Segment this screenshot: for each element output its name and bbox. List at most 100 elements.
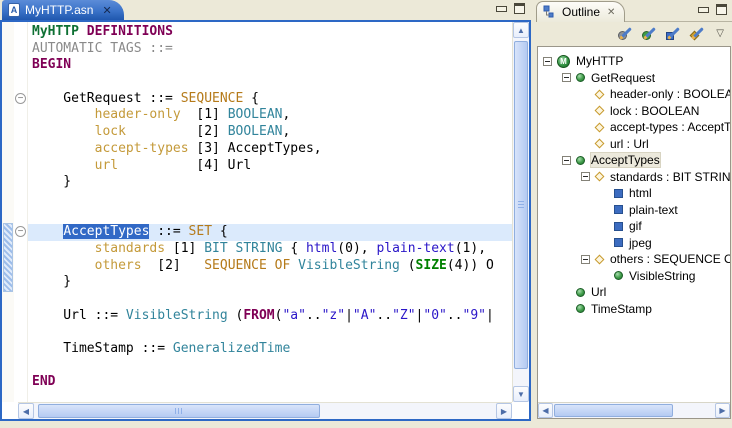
code-token: .. [447,308,463,323]
outline-node-html[interactable]: html [538,185,730,202]
outline-node-lock[interactable]: lock : BOOLEAN [538,103,730,120]
selected-text: AcceptTypes [63,224,149,239]
collapse-minus-icon[interactable] [562,73,571,82]
close-icon[interactable]: ✕ [102,4,111,17]
editor-vertical-scrollbar[interactable]: ▲ ▼ [512,22,529,402]
scroll-left-icon[interactable]: ◀ [18,403,34,419]
code-line[interactable]: TimeStamp ::= GeneralizedTime [28,341,512,358]
collapse-minus-icon[interactable] [562,156,571,165]
collapse-minus-icon[interactable] [543,57,552,66]
outline-header: Outline ✕ [536,0,732,22]
field-icon [595,139,605,149]
code-line[interactable] [28,291,512,308]
code-token: standards [95,241,165,256]
code-token: lock [95,124,126,139]
outline-node-url[interactable]: url : Url [538,136,730,153]
code-token: BOOLEAN [228,124,283,139]
outline-horizontal-scrollbar[interactable]: ◀ ▶ [538,402,730,418]
outline-view-icon [543,5,557,19]
outline-node-label: html [629,186,652,200]
code-line[interactable] [28,324,512,341]
fold-collapse-icon[interactable]: − [15,93,26,104]
code-line[interactable] [28,358,512,375]
code-token: BIT STRING [204,241,282,256]
outline-node-myhttp[interactable]: MMyHTTP [538,53,730,70]
vertical-ruler[interactable] [2,22,14,402]
code-line[interactable]: } [28,274,512,291]
outline-node-label: TimeStamp [591,302,652,316]
outline-node-visiblestring[interactable]: VisibleString [538,268,730,285]
outline-node-header-only[interactable]: header-only : BOOLEAN [538,86,730,103]
scroll-right-icon[interactable]: ▶ [715,403,730,418]
code-line[interactable]: url [4] Url [28,158,512,175]
code-line[interactable] [28,208,512,225]
code-line[interactable]: lock [2] BOOLEAN, [28,124,512,141]
outline-node-standards[interactable]: standards : BIT STRING [538,169,730,186]
filter-blue-square-icon[interactable] [666,26,681,41]
code-token: | [486,308,494,323]
collapse-minus-icon[interactable] [581,255,590,264]
code-token: VisibleString [126,308,228,323]
code-line[interactable]: Url ::= VisibleString (FROM("a".."z"|"A"… [28,308,512,325]
horizontal-scroll-thumb[interactable] [38,404,320,418]
outline-node-jpeg[interactable]: jpeg [538,235,730,252]
code-line[interactable]: AUTOMATIC TAGS ::= [28,41,512,58]
editor-tab-myhttp[interactable]: A MyHTTP.asn ✕ [2,0,124,20]
filter-gray-circle-icon[interactable] [618,26,633,41]
outline-node-accepttypes[interactable]: AcceptTypes [538,152,730,169]
code-area[interactable]: MyHTTP DEFINITIONSAUTOMATIC TAGS ::=BEGI… [28,22,512,402]
code-line[interactable]: } [28,174,512,191]
code-token: [3] AcceptTypes, [189,141,322,156]
outline-node-accept-types[interactable]: accept-types : AcceptTypes [538,119,730,136]
code-line[interactable]: others [2] SEQUENCE OF VisibleString (SI… [28,258,512,275]
code-line[interactable]: header-only [1] BOOLEAN, [28,107,512,124]
scroll-right-icon[interactable]: ▶ [496,403,512,419]
outline-tab[interactable]: Outline ✕ [536,1,625,22]
horizontal-scroll-thumb[interactable] [554,404,673,417]
code-line[interactable]: GetRequest ::= SEQUENCE { [28,91,512,108]
minimize-icon[interactable] [496,4,506,13]
code-token: ( [228,308,244,323]
code-token [79,24,87,39]
outline-node-url[interactable]: Url [538,284,730,301]
code-token: [1] [181,107,228,122]
editor-tab-title: MyHTTP.asn [25,3,93,17]
maximize-icon[interactable] [716,4,727,15]
enum-icon [614,238,623,247]
scroll-left-icon[interactable]: ◀ [538,403,553,418]
code-line[interactable] [28,74,512,91]
vertical-scroll-thumb[interactable] [514,41,528,369]
outline-tree: MMyHTTPGetRequestheader-only : BOOLEANlo… [538,53,730,401]
outline-node-timestamp[interactable]: TimeStamp [538,301,730,318]
code-line[interactable]: END [28,374,512,391]
code-line[interactable]: BEGIN [28,57,512,74]
module-icon: M [557,55,570,68]
code-line[interactable]: accept-types [3] AcceptTypes, [28,141,512,158]
code-token: TimeStamp ::= [32,341,173,356]
collapse-minus-icon[interactable] [581,172,590,181]
scroll-up-icon[interactable]: ▲ [513,22,529,38]
outline-node-getrequest[interactable]: GetRequest [538,70,730,87]
filter-green-circle-icon[interactable] [642,26,657,41]
code-line[interactable]: AcceptTypes ::= SET { [28,224,512,241]
outline-node-others[interactable]: others : SEQUENCE OF [538,251,730,268]
outline-node-plain-text[interactable]: plain-text [538,202,730,219]
maximize-icon[interactable] [514,3,525,14]
minimize-icon[interactable] [698,5,708,14]
outline-node-label: GetRequest [591,71,655,85]
code-token: accept-types [95,141,189,156]
close-icon[interactable]: ✕ [607,7,615,18]
filter-gold-diamond-icon[interactable] [690,26,705,41]
code-token: } [32,174,71,189]
code-line[interactable]: MyHTTP DEFINITIONS [28,24,512,41]
code-line[interactable]: standards [1] BIT STRING { html(0), plai… [28,241,512,258]
scroll-down-icon[interactable]: ▼ [513,386,529,402]
code-line[interactable] [28,191,512,208]
view-menu-chevron-icon[interactable]: ▽ [716,28,724,39]
enum-icon [614,205,623,214]
outline-node-gif[interactable]: gif [538,218,730,235]
editor-horizontal-scrollbar[interactable]: ◀ ▶ [18,402,512,419]
fold-collapse-icon[interactable]: − [15,226,26,237]
field-icon [595,89,605,99]
code-token: Url ::= [32,308,126,323]
